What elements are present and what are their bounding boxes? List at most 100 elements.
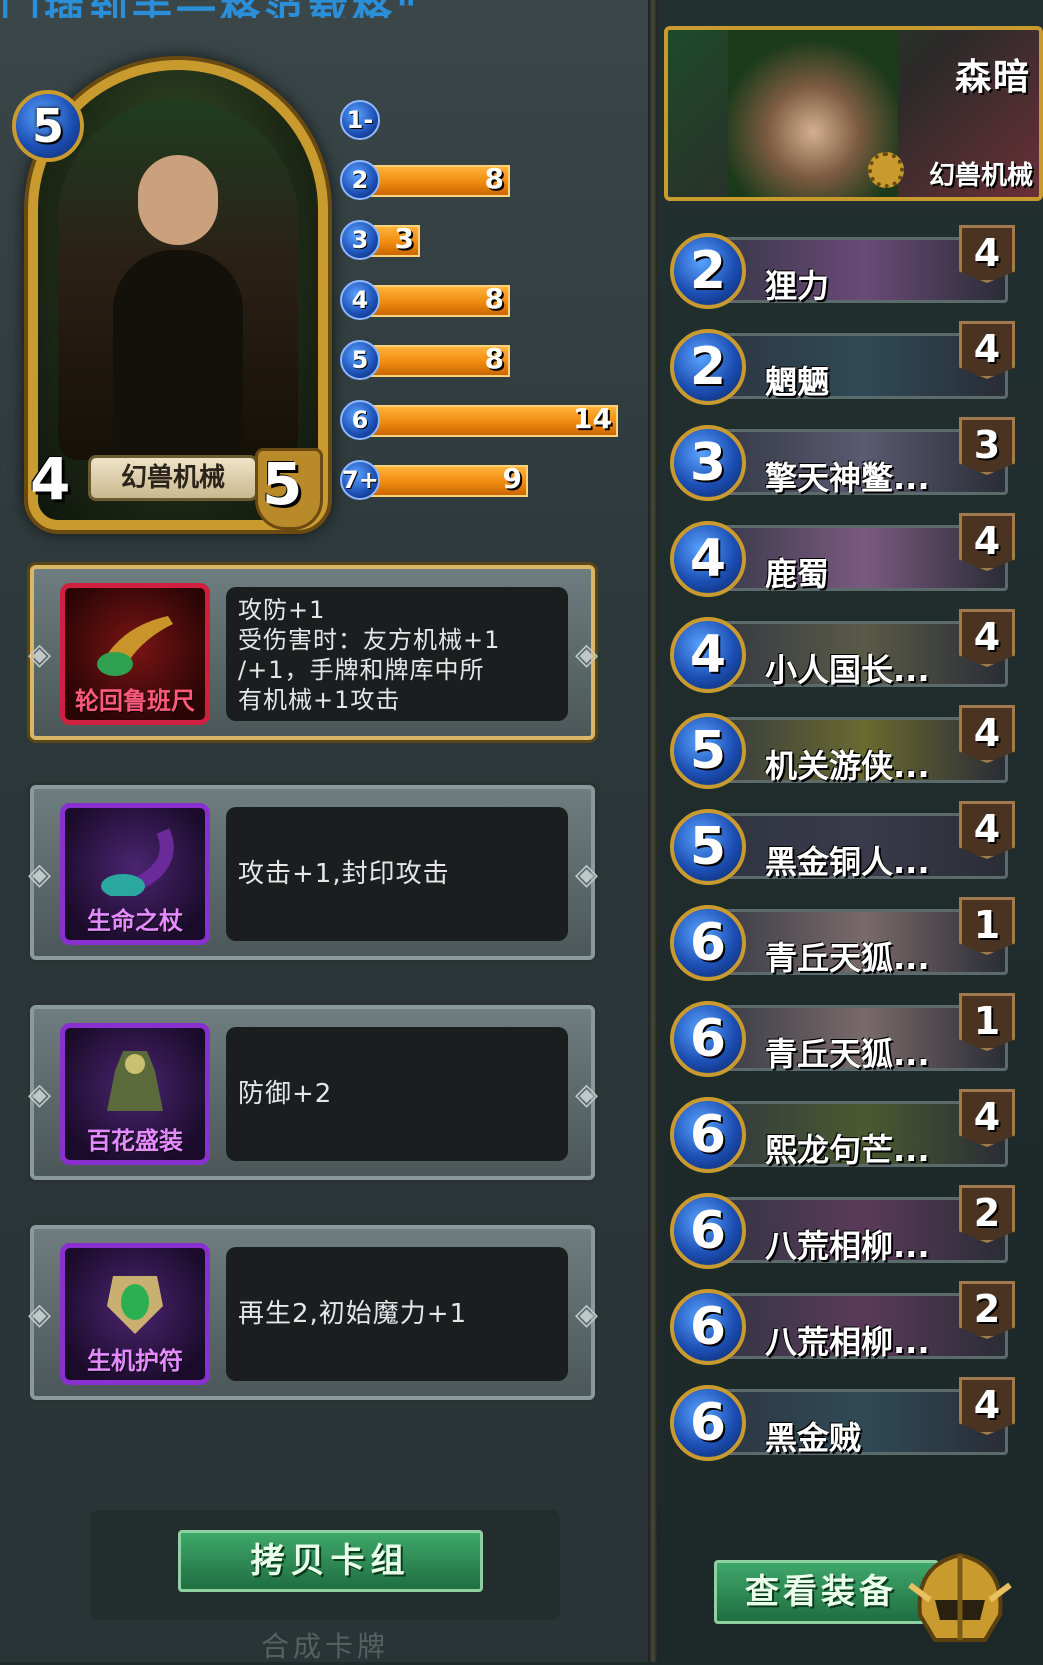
deck-hero-name: 森暗 [954,57,1031,98]
card-cost-gem: 6 [670,1097,746,1173]
card-cost-gem: 4 [670,617,746,693]
equipment-slot[interactable]: ◈ ◈ 生命之杖 攻击+1,封印攻击 [28,785,599,960]
hero-portrait [58,100,298,460]
card-cost-gem: 6 [670,905,746,981]
equipment-description: 再生2,初始魔力+1 [238,1299,468,1329]
staff-icon [101,828,174,896]
equipment-description-box: 再生2,初始魔力+1 [226,1247,568,1381]
card-count-badge: 1 [959,993,1015,1051]
card-name: 狸力 [765,267,830,305]
equipment-name: 百花盛装 [87,1127,183,1155]
mana-curve-row: 7+ 9 [340,460,630,500]
deck-hero-tribe: 幻兽机械 [928,161,1033,191]
mana-curve-row: 1- [340,100,630,140]
mana-cost-gem: 6 [340,400,380,440]
horn-icon [97,616,173,676]
armor-icon [107,1051,163,1111]
card-cost-gem: 6 [670,1193,746,1269]
equipment-description-box: 攻击+1,封印攻击 [226,807,568,941]
mana-curve-count: 14 [573,402,612,435]
deck-card-row[interactable]: 6 青丘天狐... 1 [670,993,1015,1079]
equipment-icon[interactable]: 百花盛装 [60,1023,210,1165]
hero-health: 5 [262,450,303,518]
equipment-slot[interactable]: ◈ ◈ 生机护符 再生2,初始魔力+1 [28,1225,599,1400]
card-name: 八荒相柳... [765,1323,930,1361]
card-count-badge: 4 [959,1089,1015,1147]
equipment-slot[interactable]: ◈ ◈ 轮回鲁班尺 攻防+1 受伤害时：友方机械+1 /+1，手牌和牌库中所 有机械+… [28,565,599,740]
mana-curve-count: 8 [484,282,504,315]
equipment-slot[interactable]: ◈ ◈ 百花盛装 防御+2 [28,1005,598,1180]
card-name: 机关游侠... [765,747,930,785]
deck-card-row[interactable]: 4 鹿蜀 4 [670,513,1015,599]
equipment-icon[interactable]: 生机护符 [60,1243,210,1385]
card-name: 青丘天狐... [765,1035,930,1073]
deck-card-row[interactable]: 6 八荒相柳... 2 [670,1281,1015,1367]
card-name: 魍魉 [765,363,830,401]
deck-card-row[interactable]: 4 小人国长... 4 [670,609,1015,695]
card-count-badge: 2 [959,1281,1015,1339]
deck-card-row[interactable]: 5 机关游侠... 4 [670,705,1015,791]
equipment-name: 生命之杖 [87,907,183,935]
mana-curve-count: 8 [484,342,504,375]
knot-ornament-icon: ◈ [575,637,599,672]
mana-cost-gem: 1- [340,100,380,140]
equipment-icon[interactable]: 轮回鲁班尺 [60,583,210,725]
page-title: 门插到手一格范载格" [0,0,640,18]
equipment-description: 防御+2 [238,1079,333,1109]
mana-curve-count: 8 [484,162,504,195]
mana-curve-row: 33 [340,220,630,260]
hero-attack: 4 [30,445,71,513]
deck-card-row[interactable]: 2 狸力 4 [670,225,1015,311]
mana-curve-row: 6 14 [340,400,630,440]
deck-card-row[interactable]: 2 魍魉 4 [670,321,1015,407]
card-name: 小人国长... [765,651,930,689]
hero-tribe-label: 幻兽机械 [88,455,258,501]
card-count-badge: 2 [959,1185,1015,1243]
amulet-icon [107,1276,163,1334]
knot-ornament-icon: ◈ [575,1297,599,1332]
equipment-description-box: 攻防+1 受伤害时：友方机械+1 /+1，手牌和牌库中所 有机械+1攻击 [226,587,568,721]
card-name: 黑金铜人... [765,843,930,881]
mana-cost-gem: 2 [340,160,380,200]
card-count-badge: 4 [959,1377,1015,1435]
deck-card-row[interactable]: 3 擎天神鳖... 3 [670,417,1015,503]
card-count-badge: 4 [959,225,1015,283]
card-cost-gem: 6 [670,1001,746,1077]
deck-card-row[interactable]: 6 八荒相柳... 2 [670,1185,1015,1271]
deck-card-list[interactable]: 2 狸力 4 2 魍魉 4 3 擎天神鳖... 3 4 鹿蜀 4 4 小人国长... 4 5 机关游侠... 4 5… [670,225,1025,1505]
mana-cost-gem: 7+ [340,460,380,500]
card-cost-gem: 5 [670,809,746,885]
knot-ornament-icon: ◈ [28,637,52,672]
card-name: 擎天神鳖... [765,459,930,497]
deck-hero-header[interactable]: 森暗 幻兽机械 [664,26,1043,201]
card-count-badge: 1 [959,897,1015,955]
card-name: 八荒相柳... [765,1227,930,1265]
mana-cost-gem: 3 [340,220,380,260]
card-cost-gem: 2 [670,329,746,405]
equipment-icon[interactable]: 生命之杖 [60,803,210,945]
card-count-badge: 4 [959,801,1015,859]
deck-card-row[interactable]: 5 黑金铜人... 4 [670,801,1015,887]
knot-ornament-icon: ◈ [28,1297,52,1332]
card-cost-gem: 4 [670,521,746,597]
deck-card-row[interactable]: 6 青丘天狐... 1 [670,897,1015,983]
card-cost-gem: 6 [670,1385,746,1461]
copy-deck-button[interactable]: 拷贝卡组 [178,1530,483,1592]
equipment-description: 攻击+1,封印攻击 [238,859,450,889]
knot-ornament-icon: ◈ [28,1077,52,1112]
card-cost-gem: 6 [670,1289,746,1365]
mana-cost-gem: 5 [340,340,380,380]
hero-cost-gem: 5 [12,90,84,162]
mana-cost-gem: 4 [340,280,380,320]
card-name: 青丘天狐... [765,939,930,977]
deck-card-row[interactable]: 6 熙龙句芒... 4 [670,1089,1015,1175]
mana-curve-row: 28 [340,160,630,200]
knot-ornament-icon: ◈ [575,857,599,892]
deck-card-row[interactable]: 6 黑金贼 4 [670,1377,1015,1463]
compose-cards-button[interactable]: 合成卡牌 [210,1625,440,1665]
knot-ornament-icon: ◈ [28,857,52,892]
card-name: 鹿蜀 [765,555,830,593]
helmet-icon[interactable] [905,1545,1015,1653]
card-count-badge: 4 [959,609,1015,667]
equipment-description-box: 防御+2 [226,1027,568,1161]
